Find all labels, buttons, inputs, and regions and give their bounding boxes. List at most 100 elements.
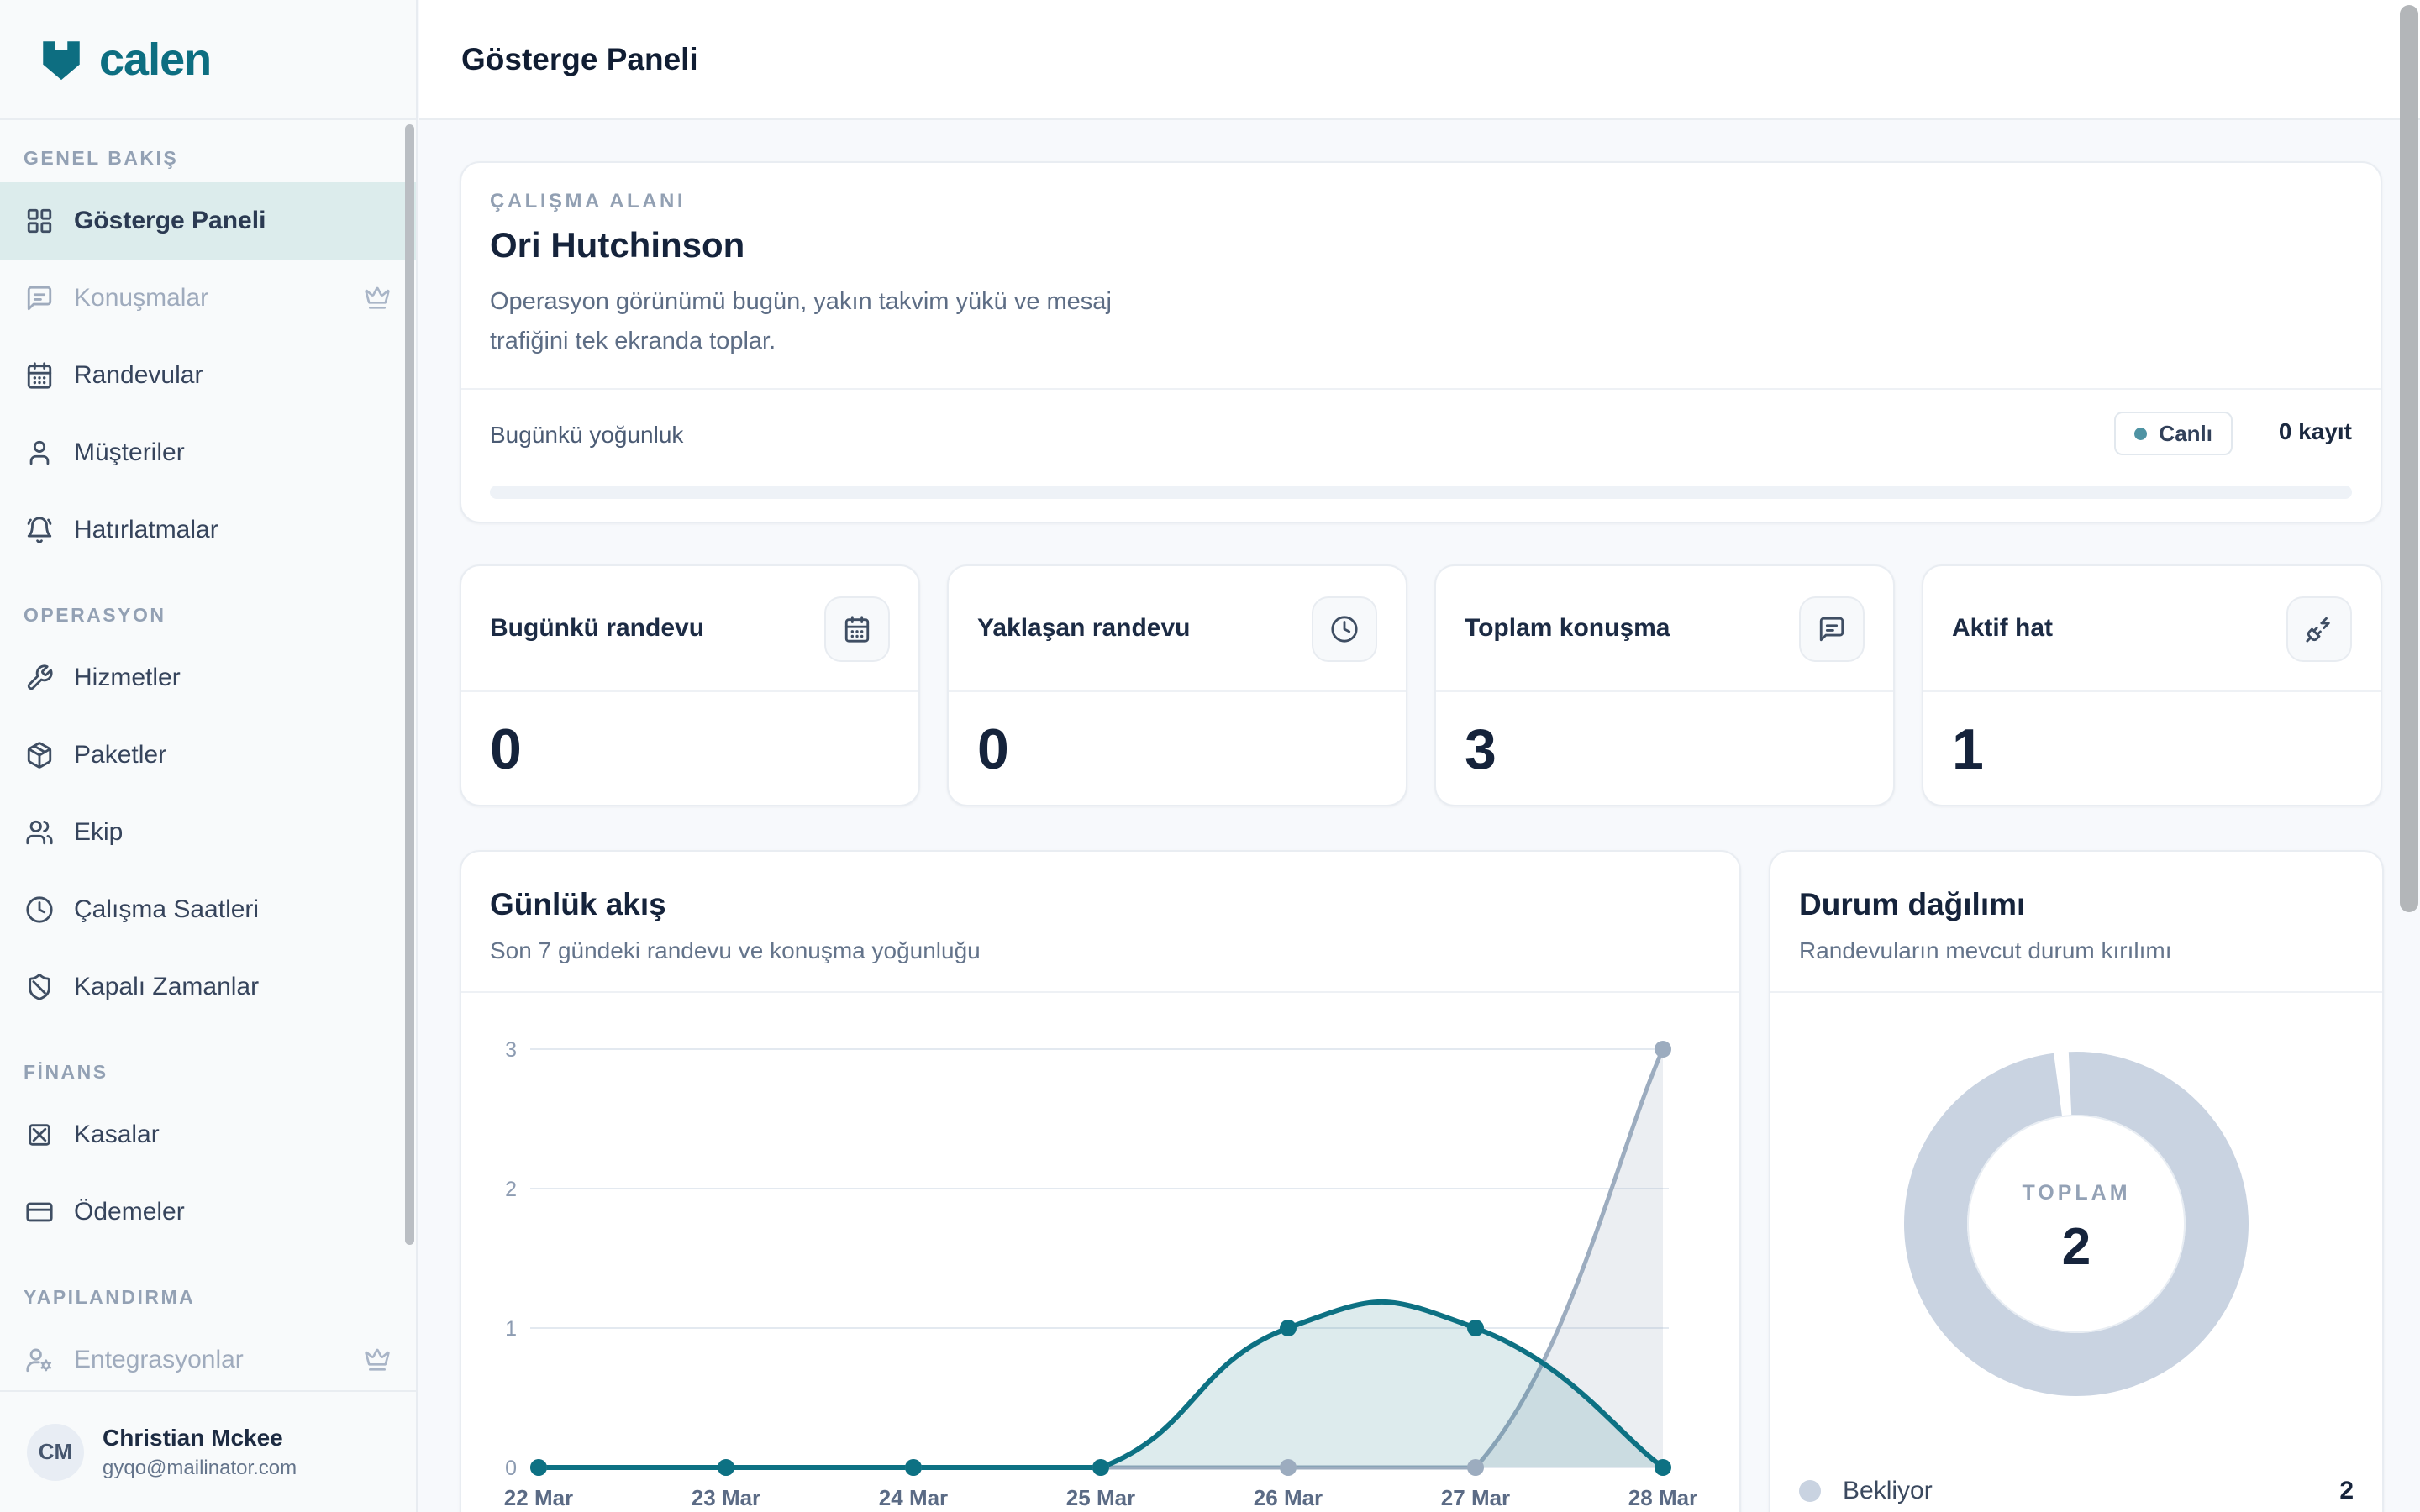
top-bar: Gösterge Paneli [419,0,2420,120]
calendar-icon [25,361,54,390]
sidebar-item-label: Ödemeler [74,1198,185,1226]
sidebar-item-label: Ekip [74,818,123,847]
sidebar-item-ekip[interactable]: Ekip [0,794,416,871]
svg-text:26 Mar: 26 Mar [1254,1485,1323,1510]
sidebar-item-label: Entegrasyonlar [74,1346,244,1374]
sidebar: calen GENEL BAKIŞ Gösterge Paneli Konuşmal… [0,0,418,1512]
wrench-icon [25,664,54,692]
stat-label: Toplam konuşma [1465,566,1670,690]
sidebar-item-kapalı-zamanlar[interactable]: Kapalı Zamanlar [0,948,416,1026]
sidebar-item-label: Müşteriler [74,438,185,467]
svg-text:3: 3 [505,1038,517,1062]
logo-text: calen [99,34,211,86]
legend-label: Bekliyor [1843,1477,1933,1505]
shield-slash-icon [25,973,54,1001]
record-count: 0 kayıt [2279,418,2352,445]
live-dot-icon [2134,428,2147,440]
sidebar-nav: GENEL BAKIŞ Gösterge Paneli Konuşmalar Rand… [0,122,416,1399]
divider [1923,690,2381,692]
crown-icon [364,285,391,312]
legend-value: 2 [2339,1477,2354,1505]
stat-value: 3 [1465,709,1497,790]
credit-card-icon [25,1198,54,1226]
message-square-icon [25,284,54,312]
user-icon [25,438,54,467]
page-scrollbar[interactable] [2400,5,2418,912]
sidebar-item-çalışma-saatleri[interactable]: Çalışma Saatleri [0,871,416,948]
svg-text:28 Mar: 28 Mar [1628,1485,1697,1510]
sidebar-item-paketler[interactable]: Paketler [0,717,416,794]
app-root: calen GENEL BAKIŞ Gösterge Paneli Konuşmal… [0,0,2420,1512]
bell-icon [25,516,54,544]
layout-grid-icon [25,207,54,235]
sidebar-item-label: Kasalar [74,1121,160,1149]
clock-icon [1312,596,1377,662]
workspace-card: ÇALIŞMA ALANI Ori Hutchinson Operasyon g… [460,161,2382,523]
sidebar-item-label: Gösterge Paneli [74,207,266,235]
user-cog-icon [25,1346,54,1374]
divider [461,690,918,692]
sidebar-item-gösterge-paneli[interactable]: Gösterge Paneli [0,182,416,260]
logo[interactable]: calen [0,0,416,120]
user-profile[interactable]: CM Christian Mckee gyqo@mailinator.com [0,1390,416,1512]
svg-text:23 Mar: 23 Mar [692,1485,760,1510]
package-icon [25,741,54,769]
legend-item-bekliyor: Bekliyor 2 [1799,1472,2354,1510]
sidebar-scrollbar[interactable] [405,124,414,1245]
sidebar-section-label: YAPILANDIRMA [0,1273,416,1321]
divider [461,388,2381,390]
sidebar-item-hizmetler[interactable]: Hizmetler [0,639,416,717]
clock-icon [25,895,54,924]
stat-value: 0 [977,709,1009,790]
sidebar-item-randevular[interactable]: Randevular [0,337,416,414]
divider [1436,690,1893,692]
svg-text:2: 2 [505,1178,517,1201]
sidebar-item-label: Randevular [74,361,203,390]
busy-progress-bar [490,486,2352,499]
svg-text:27 Mar: 27 Mar [1441,1485,1510,1510]
svg-text:0: 0 [505,1457,517,1480]
divider [949,690,1406,692]
logo-shield-icon [37,33,86,87]
sidebar-item-hatırlatmalar[interactable]: Hatırlatmalar [0,491,416,569]
sidebar-item-entegrasyonlar[interactable]: Entegrasyonlar [0,1321,416,1399]
stat-value: 0 [490,709,522,790]
workspace-description: Operasyon görünümü bugün, yakın takvim y… [490,282,1154,361]
stat-card-2: Yaklaşan randevu0 [947,564,1407,806]
svg-text:25 Mar: 25 Mar [1066,1485,1135,1510]
daily-flow-chart: 0 1 2 3 22 Mar 23 Mar 24 Mar 25 Mar 26 Mar 27 Mar… [461,852,1739,1512]
plug-zap-icon [2286,596,2352,662]
sidebar-item-label: Konuşmalar [74,284,208,312]
daily-flow-card: Günlük akış Son 7 gündeki randevu ve kon… [460,850,1741,1512]
sidebar-section-label: OPERASYON [0,591,416,639]
sidebar-section-label: FİNANS [0,1047,416,1096]
vault-icon [25,1121,54,1149]
svg-text:22 Mar: 22 Mar [504,1485,573,1510]
sidebar-item-ödemeler[interactable]: Ödemeler [0,1173,416,1251]
calendar-icon [824,596,890,662]
status-distribution-card: Durum dağılımı Randevuların mevcut durum… [1769,850,2384,1512]
stat-card-4: Aktif hat 1 [1922,564,2382,806]
stat-label: Bugünkü randevu [490,566,704,690]
sidebar-item-kasalar[interactable]: Kasalar [0,1096,416,1173]
svg-text:1: 1 [505,1317,517,1341]
message-square-icon [1799,596,1865,662]
legend-dot-icon [1799,1480,1821,1502]
sidebar-item-label: Paketler [74,741,166,769]
sidebar-item-konuşmalar[interactable]: Konuşmalar [0,260,416,337]
stat-label: Aktif hat [1952,566,2053,690]
live-status-badge: Canlı [2114,412,2233,455]
busy-label: Bugünkü yoğunluk [490,422,683,449]
svg-text:24 Mar: 24 Mar [879,1485,948,1510]
crown-icon [364,1347,391,1373]
avatar: CM [27,1424,84,1481]
user-name: Christian Mckee [103,1425,297,1452]
workspace-eyebrow: ÇALIŞMA ALANI [490,190,686,213]
stat-card-1: Bugünkü randevu 0 [460,564,920,806]
user-email: gyqo@mailinator.com [103,1457,297,1480]
stat-value: 1 [1952,709,1984,790]
sidebar-section-label: GENEL BAKIŞ [0,134,416,182]
sidebar-item-müşteriler[interactable]: Müşteriler [0,414,416,491]
sidebar-item-label: Hatırlatmalar [74,516,218,544]
page-title: Gösterge Paneli [461,42,698,77]
